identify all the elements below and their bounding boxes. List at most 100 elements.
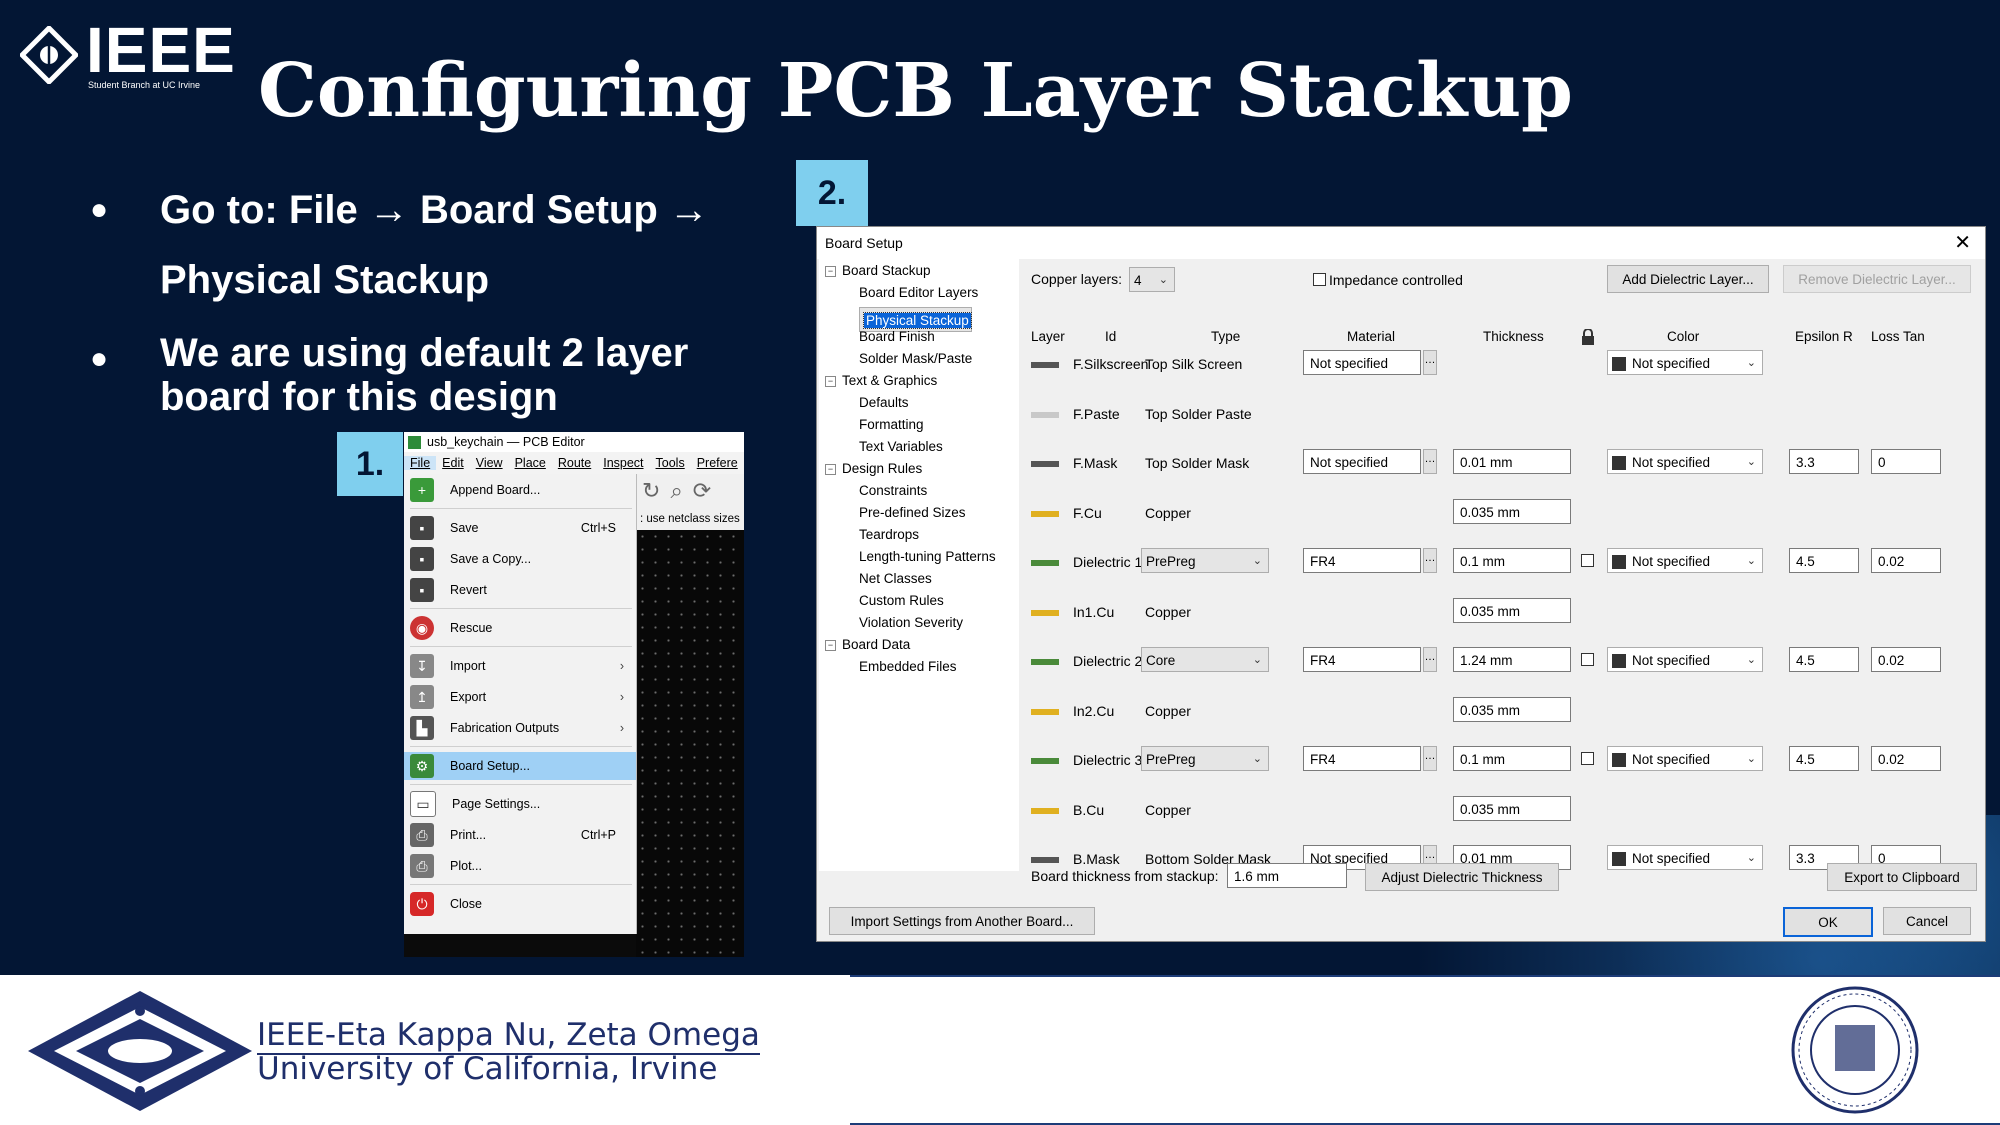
layer-thickness-field[interactable]: 0.1 mm xyxy=(1453,548,1571,573)
menu-item-close[interactable]: ⏻ Close xyxy=(404,890,636,918)
tree-item-constraints[interactable]: Constraints xyxy=(859,483,927,498)
loss-tan-field[interactable]: 0.02 xyxy=(1871,548,1941,573)
tree-item-defaults[interactable]: Defaults xyxy=(859,395,909,410)
menu-inspect[interactable]: Inspect xyxy=(597,456,649,470)
layer-material-field[interactable]: FR4 xyxy=(1303,746,1421,771)
tree-item-design-rules[interactable]: − Design Rules xyxy=(825,461,922,476)
rescue-icon: ◉ xyxy=(410,616,434,640)
tree-item-violation-severity[interactable]: Violation Severity xyxy=(859,615,963,630)
menu-tools[interactable]: Tools xyxy=(650,456,691,470)
material-browse-button[interactable]: … xyxy=(1423,746,1437,771)
ok-button[interactable]: OK xyxy=(1783,907,1873,937)
menu-item-revert[interactable]: ▪ Revert xyxy=(404,576,636,604)
layer-thickness-field[interactable]: 0.035 mm xyxy=(1453,499,1571,524)
epsilon-r-field[interactable]: 4.5 xyxy=(1789,746,1859,771)
thickness-lock-checkbox[interactable] xyxy=(1581,554,1594,567)
tree-item-net-classes[interactable]: Net Classes xyxy=(859,571,932,586)
bullet-item: ● Go to: File → Board Setup → Physical St… xyxy=(90,188,709,302)
tree-item-board-data[interactable]: − Board Data xyxy=(825,637,910,652)
tree-item-text-graphics[interactable]: − Text & Graphics xyxy=(825,373,937,388)
layer-thickness-field[interactable]: 0.035 mm xyxy=(1453,697,1571,722)
tree-item-embedded-files[interactable]: Embedded Files xyxy=(859,659,957,674)
layer-color-select[interactable]: Not specified ⌄ xyxy=(1607,449,1763,474)
tree-item-solder-mask-paste[interactable]: Solder Mask/Paste xyxy=(859,351,972,366)
loss-tan-field[interactable]: 0 xyxy=(1871,449,1941,474)
menu-route[interactable]: Route xyxy=(552,456,597,470)
menu-item-import[interactable]: ↧ Import › xyxy=(404,652,636,680)
tree-item-text-variables[interactable]: Text Variables xyxy=(859,439,943,454)
epsilon-r-field[interactable]: 3.3 xyxy=(1789,449,1859,474)
pcb-canvas[interactable] xyxy=(636,530,744,957)
menu-item-fabrication-outputs[interactable]: ▙ Fabrication Outputs › xyxy=(404,714,636,742)
material-browse-button[interactable]: … xyxy=(1423,449,1437,474)
chevron-down-icon: ⌄ xyxy=(1746,852,1756,864)
layer-type-select[interactable]: PrePreg ⌄ xyxy=(1141,746,1269,771)
layer-thickness-field[interactable]: 1.24 mm xyxy=(1453,647,1571,672)
menu-item-append-board[interactable]: + Append Board... xyxy=(404,476,636,504)
color-swatch xyxy=(1612,357,1626,372)
menu-view[interactable]: View xyxy=(470,456,509,470)
tree-item-length-tuning[interactable]: Length-tuning Patterns xyxy=(859,549,996,564)
layer-color-select[interactable]: Not specified ⌄ xyxy=(1607,350,1763,375)
bullet-list: ● Go to: File → Board Setup → Physical St… xyxy=(80,175,720,419)
tree-item-board-stackup[interactable]: − Board Stackup xyxy=(825,263,931,278)
adjust-dielectric-thickness-button[interactable]: Adjust Dielectric Thickness xyxy=(1365,863,1559,891)
remove-dielectric-button[interactable]: Remove Dielectric Layer... xyxy=(1783,265,1971,293)
layer-material-field[interactable]: Not specified xyxy=(1303,350,1421,375)
layer-thickness-field[interactable]: 0.035 mm xyxy=(1453,796,1571,821)
tree-item-formatting[interactable]: Formatting xyxy=(859,417,924,432)
find-icon[interactable]: ⌕ xyxy=(670,478,682,504)
tree-item-board-editor-layers[interactable]: Board Editor Layers xyxy=(859,285,978,300)
menu-item-print[interactable]: ⎙ Print... Ctrl+P xyxy=(404,821,636,849)
thickness-lock-checkbox[interactable] xyxy=(1581,752,1594,765)
tree-item-predefined-sizes[interactable]: Pre-defined Sizes xyxy=(859,505,966,520)
board-thickness-field[interactable]: 1.6 mm xyxy=(1227,863,1347,888)
layer-thickness-field[interactable]: 0.035 mm xyxy=(1453,598,1571,623)
cancel-button[interactable]: Cancel xyxy=(1883,907,1971,935)
tree-item-custom-rules[interactable]: Custom Rules xyxy=(859,593,944,608)
tree-item-board-finish[interactable]: Board Finish xyxy=(859,329,935,344)
layer-color-select[interactable]: Not specified ⌄ xyxy=(1607,845,1763,870)
menu-item-save[interactable]: ▪ Save Ctrl+S xyxy=(404,514,636,542)
layer-type-select[interactable]: PrePreg ⌄ xyxy=(1141,548,1269,573)
page-settings-icon: ▭ xyxy=(410,791,436,817)
menu-file[interactable]: File xyxy=(404,456,437,470)
layer-thickness-field[interactable]: 0.1 mm xyxy=(1453,746,1571,771)
export-clipboard-button[interactable]: Export to Clipboard xyxy=(1827,863,1977,891)
impedance-checkbox[interactable] xyxy=(1313,273,1326,286)
menu-item-save-copy[interactable]: ▪ Save a Copy... xyxy=(404,545,636,573)
redo-icon[interactable]: ↻ xyxy=(642,478,660,504)
import-settings-button[interactable]: Import Settings from Another Board... xyxy=(829,907,1095,935)
menu-preferences[interactable]: Prefere xyxy=(691,456,744,470)
menu-item-board-setup[interactable]: ⚙ Board Setup... xyxy=(404,752,636,780)
epsilon-r-field[interactable]: 4.5 xyxy=(1789,548,1859,573)
thickness-lock-checkbox[interactable] xyxy=(1581,653,1594,666)
tree-item-teardrops[interactable]: Teardrops xyxy=(859,527,919,542)
pcb-titlebar: usb_keychain — PCB Editor xyxy=(404,432,744,452)
layer-material-field[interactable]: Not specified xyxy=(1303,449,1421,474)
layer-thickness-field[interactable]: 0.01 mm xyxy=(1453,449,1571,474)
menu-edit[interactable]: Edit xyxy=(436,456,470,470)
layer-color-select[interactable]: Not specified ⌄ xyxy=(1607,746,1763,771)
netclass-sizes-field[interactable]: : use netclass sizes xyxy=(636,508,744,530)
material-browse-button[interactable]: … xyxy=(1423,647,1437,672)
menu-item-page-settings[interactable]: ▭ Page Settings... xyxy=(404,790,636,818)
material-browse-button[interactable]: … xyxy=(1423,548,1437,573)
layer-type-select[interactable]: Core ⌄ xyxy=(1141,647,1269,672)
copper-layers-select[interactable]: 4 ⌄ xyxy=(1129,267,1175,292)
layer-material-field[interactable]: FR4 xyxy=(1303,647,1421,672)
menu-item-plot[interactable]: ⎙ Plot... xyxy=(404,852,636,880)
menu-place[interactable]: Place xyxy=(509,456,552,470)
material-browse-button[interactable]: … xyxy=(1423,350,1437,375)
menu-item-rescue[interactable]: ◉ Rescue xyxy=(404,614,636,642)
loss-tan-field[interactable]: 0.02 xyxy=(1871,647,1941,672)
loss-tan-field[interactable]: 0.02 xyxy=(1871,746,1941,771)
layer-color-select[interactable]: Not specified ⌄ xyxy=(1607,647,1763,672)
layer-color-select[interactable]: Not specified ⌄ xyxy=(1607,548,1763,573)
epsilon-r-field[interactable]: 4.5 xyxy=(1789,647,1859,672)
menu-item-export[interactable]: ↥ Export › xyxy=(404,683,636,711)
close-icon[interactable]: ✕ xyxy=(1954,227,1971,259)
add-dielectric-button[interactable]: Add Dielectric Layer... xyxy=(1607,265,1769,293)
refresh-icon[interactable]: ⟳ xyxy=(693,478,711,504)
layer-material-field[interactable]: FR4 xyxy=(1303,548,1421,573)
